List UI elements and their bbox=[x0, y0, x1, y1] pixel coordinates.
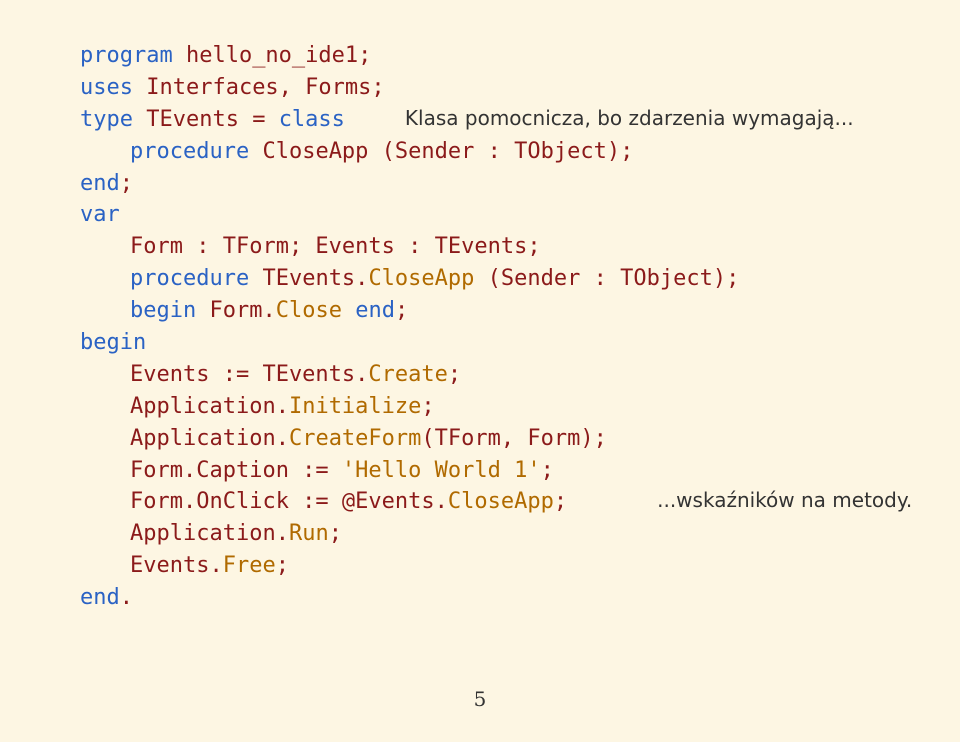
code-text: . bbox=[120, 585, 133, 610]
code-text: hello_no_ide1; bbox=[173, 43, 372, 68]
code-block: program hello_no_ide1; uses Interfaces, … bbox=[0, 0, 960, 614]
keyword: begin bbox=[130, 298, 196, 323]
keyword: type bbox=[80, 107, 133, 132]
code-line: Events.Free; bbox=[80, 550, 920, 582]
code-text: Form.OnClick := @Events. bbox=[130, 489, 448, 514]
code-line: Events := TEvents.Create; bbox=[80, 359, 920, 391]
code-text: (TForm, Form); bbox=[421, 426, 606, 451]
code-line: Form : TForm; Events : TEvents; bbox=[80, 231, 920, 263]
function: Close bbox=[276, 298, 342, 323]
code-text: Events := TEvents. bbox=[130, 362, 368, 387]
code-line: begin bbox=[80, 327, 920, 359]
code-text: ; bbox=[395, 298, 408, 323]
keyword: procedure bbox=[130, 139, 249, 164]
code-text: ; bbox=[421, 394, 434, 419]
code-text: Form. bbox=[196, 298, 275, 323]
code-text: ; bbox=[554, 489, 567, 514]
keyword: end bbox=[80, 171, 120, 196]
code-text: ; bbox=[276, 553, 289, 578]
keyword: uses bbox=[80, 75, 133, 100]
code-line: procedure TEvents.CloseApp (Sender : TOb… bbox=[80, 263, 920, 295]
function: CreateForm bbox=[289, 426, 421, 451]
function: CloseApp bbox=[448, 489, 554, 514]
code-text: Events. bbox=[130, 553, 223, 578]
keyword: begin bbox=[80, 330, 146, 355]
function: CloseApp bbox=[368, 266, 474, 291]
code-line: procedure CloseApp (Sender : TObject); bbox=[80, 136, 920, 168]
code-text: TEvents. bbox=[249, 266, 368, 291]
code-text bbox=[342, 298, 355, 323]
keyword: var bbox=[80, 202, 120, 227]
string-literal: 'Hello World 1' bbox=[342, 458, 541, 483]
function: Free bbox=[223, 553, 276, 578]
code-text: ; bbox=[448, 362, 461, 387]
comment: ...wskaźników na metody. bbox=[657, 486, 912, 518]
function: Create bbox=[368, 362, 447, 387]
code-line: Form.Caption := 'Hello World 1'; bbox=[80, 455, 920, 487]
code-text: ; bbox=[541, 458, 554, 483]
code-text: TEvents = bbox=[133, 107, 279, 132]
code-line: end; bbox=[80, 168, 920, 200]
code-line: Application.Run; bbox=[80, 518, 920, 550]
code-line: begin Form.Close end; bbox=[80, 295, 920, 327]
keyword: end bbox=[355, 298, 395, 323]
code-line: Application.Initialize; bbox=[80, 391, 920, 423]
code-line: Form.OnClick := @Events.CloseApp; ...wsk… bbox=[80, 486, 920, 518]
code-text: ; bbox=[329, 521, 342, 546]
code-line: uses Interfaces, Forms; bbox=[80, 72, 920, 104]
page-number: 5 bbox=[0, 685, 960, 714]
keyword: end bbox=[80, 585, 120, 610]
code-line: var bbox=[80, 199, 920, 231]
code-text: CloseApp (Sender : TObject); bbox=[249, 139, 633, 164]
code-text: Form.Caption := bbox=[130, 458, 342, 483]
keyword: class bbox=[279, 107, 345, 132]
comment: Klasa pomocnicza, bo zdarzenia wymagają.… bbox=[405, 104, 854, 136]
code-text: Application. bbox=[130, 394, 289, 419]
code-text: Application. bbox=[130, 521, 289, 546]
keyword: program bbox=[80, 43, 173, 68]
code-line: program hello_no_ide1; bbox=[80, 40, 920, 72]
code-line: Application.CreateForm(TForm, Form); bbox=[80, 423, 920, 455]
code-text: Application. bbox=[130, 426, 289, 451]
code-text: Interfaces, Forms; bbox=[133, 75, 385, 100]
keyword: procedure bbox=[130, 266, 249, 291]
code-text: Form : TForm; Events : TEvents; bbox=[130, 234, 541, 259]
code-text: ; bbox=[120, 171, 133, 196]
code-line: end. bbox=[80, 582, 920, 614]
code-text: (Sender : TObject); bbox=[474, 266, 739, 291]
function: Run bbox=[289, 521, 329, 546]
function: Initialize bbox=[289, 394, 421, 419]
code-line: type TEvents = class Klasa pomocnicza, b… bbox=[80, 104, 920, 136]
